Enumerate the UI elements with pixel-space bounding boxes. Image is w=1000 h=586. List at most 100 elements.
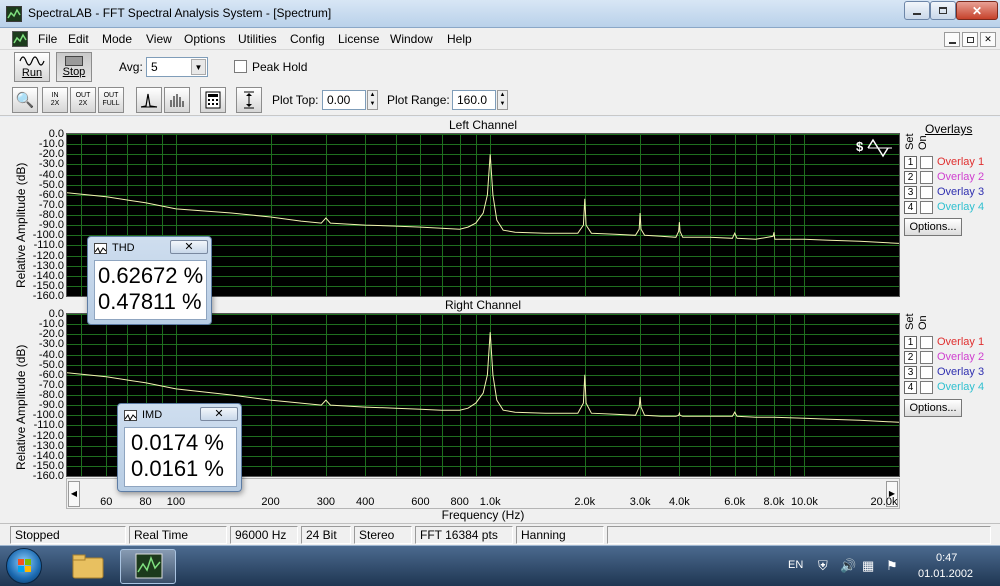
overlay-set-button[interactable]: 1 xyxy=(904,336,917,349)
x-tick-label: 100 xyxy=(166,496,186,508)
minimize-button[interactable] xyxy=(904,1,930,20)
start-button[interactable] xyxy=(6,548,42,584)
overlay-row: 3 Overlay 3 xyxy=(904,185,1000,200)
menu-config[interactable]: Config xyxy=(290,32,325,46)
menu-license[interactable]: License xyxy=(338,32,379,46)
x-tick-label: 800 xyxy=(450,496,469,508)
x-tick-label: 20.0k xyxy=(870,496,898,508)
imd-meter-window[interactable]: IMD ✕ 0.0174 % 0.0161 % xyxy=(117,403,242,492)
overlay-set-button[interactable]: 3 xyxy=(904,186,917,199)
overlay-on-checkbox[interactable] xyxy=(920,336,933,349)
plot-range-spinner[interactable]: ▲ ▼ xyxy=(497,90,508,110)
close-icon: ✕ xyxy=(984,34,992,44)
thd-value-left: 0.62672 % xyxy=(98,263,204,288)
left-channel-title: Left Channel xyxy=(448,118,518,132)
calculator-icon xyxy=(205,91,221,109)
avg-select[interactable]: 5 ▼ xyxy=(146,57,208,77)
thd-meter-title: THD xyxy=(112,242,135,254)
thd-value-right: 0.47811 % xyxy=(98,289,202,314)
plot-range-input[interactable]: 160.0 xyxy=(452,90,496,110)
plot-top-spinner[interactable]: ▲ ▼ xyxy=(367,90,378,110)
thd-meter-window[interactable]: THD ✕ 0.62672 % 0.47811 % xyxy=(87,236,212,325)
arrow-up-icon: ▲ xyxy=(369,92,376,98)
overlay-label: Overlay 1 xyxy=(937,156,985,168)
network-icon[interactable]: ▦ xyxy=(862,558,874,574)
zoom-factor-label: 2X xyxy=(78,100,88,107)
taskbar-spectralab-button[interactable] xyxy=(120,549,176,584)
x-tick-label: 1.0k xyxy=(479,496,501,508)
mdi-close-button[interactable]: ✕ xyxy=(980,32,996,47)
clock-time[interactable]: 0:47 xyxy=(936,552,957,564)
menu-view[interactable]: View xyxy=(146,32,172,46)
language-indicator[interactable]: EN xyxy=(788,559,803,571)
overlay-set-button[interactable]: 1 xyxy=(904,156,917,169)
menu-window[interactable]: Window xyxy=(390,32,433,46)
line-mode-button[interactable] xyxy=(136,87,162,113)
status-channels: Stereo xyxy=(354,526,412,544)
menu-edit[interactable]: Edit xyxy=(68,32,89,46)
overlay-on-checkbox[interactable] xyxy=(920,366,933,379)
status-empty xyxy=(607,526,991,544)
run-button[interactable]: Run xyxy=(14,52,50,82)
bar-mode-button[interactable] xyxy=(164,87,190,113)
right-y-axis: 0.0 -10.0 -20.0 -30.0 -40.0 -50.0 -60.0 -70.0 -8… xyxy=(30,309,64,482)
restore-icon xyxy=(939,7,947,14)
menu-utilities[interactable]: Utilities xyxy=(238,32,277,46)
meter-icon xyxy=(124,410,137,422)
calculator-button[interactable] xyxy=(200,87,226,113)
zoom-in-icon: IN xyxy=(51,92,59,99)
volume-icon[interactable]: 🔊 xyxy=(840,558,856,574)
run-label: Run xyxy=(21,67,43,79)
left-y-axis-title: Relative Amplitude (dB) xyxy=(14,162,28,288)
overlay-options-button-left[interactable]: Options... xyxy=(904,218,962,236)
peak-hold-checkbox[interactable] xyxy=(234,60,247,73)
overlay-on-checkbox[interactable] xyxy=(920,171,933,184)
autoscale-button[interactable] xyxy=(236,87,262,113)
menu-file[interactable]: File xyxy=(38,32,57,46)
imd-close-button[interactable]: ✕ xyxy=(200,407,238,421)
flag-icon[interactable]: ⚑ xyxy=(886,558,898,574)
menu-options[interactable]: Options xyxy=(184,32,225,46)
imd-value-right: 0.0161 % xyxy=(131,456,224,481)
thd-close-button[interactable]: ✕ xyxy=(170,240,208,254)
left-y-axis: 0.0 -10.0 -20.0 -30.0 -40.0 -50.0 -60.0 -70.0 -8… xyxy=(30,129,64,302)
overlay-on-checkbox[interactable] xyxy=(920,156,933,169)
restore-button[interactable] xyxy=(930,1,956,20)
overlay-on-checkbox[interactable] xyxy=(920,381,933,394)
zoom-button[interactable]: 🔍 xyxy=(12,87,38,113)
overlay-set-button[interactable]: 3 xyxy=(904,366,917,379)
overlay-row: 4 Overlay 4 xyxy=(904,200,1000,215)
imd-value-left: 0.0174 % xyxy=(131,430,224,455)
overlay-on-checkbox[interactable] xyxy=(920,351,933,364)
document-icon[interactable] xyxy=(12,31,28,47)
overlay-set-button[interactable]: 2 xyxy=(904,351,917,364)
overlay-on-checkbox[interactable] xyxy=(920,201,933,214)
plot-top-input[interactable]: 0.00 xyxy=(322,90,366,110)
taskbar-explorer-button[interactable] xyxy=(62,549,114,584)
x-tick-label: 3.0k xyxy=(629,496,651,508)
scope-wave-icon[interactable]: $ xyxy=(856,137,894,159)
x-tick-label: 4.0k xyxy=(668,496,690,508)
overlay-options-button-right[interactable]: Options... xyxy=(904,399,962,417)
stop-icon xyxy=(65,56,83,66)
x-tick-label: 8.0k xyxy=(763,496,785,508)
plot-top-label: Plot Top: xyxy=(272,93,319,107)
stop-button[interactable]: Stop xyxy=(56,52,92,82)
overlay-set-button[interactable]: 4 xyxy=(904,201,917,214)
overlay-set-button[interactable]: 4 xyxy=(904,381,917,394)
overlay-on-checkbox[interactable] xyxy=(920,186,933,199)
minimize-icon xyxy=(913,12,921,15)
menu-mode[interactable]: Mode xyxy=(102,32,132,46)
zoom-full-button[interactable]: OUT FULL xyxy=(98,87,124,113)
menu-bar: File Edit Mode View Options Utilities Co… xyxy=(0,28,1000,50)
shield-tray-icon[interactable]: ⛨ xyxy=(818,558,828,574)
overlay-set-button[interactable]: 2 xyxy=(904,171,917,184)
zoom-in-2x-button[interactable]: IN 2X xyxy=(42,87,68,113)
mdi-restore-button[interactable] xyxy=(962,32,978,47)
mdi-minimize-button[interactable] xyxy=(944,32,960,47)
status-run-state: Stopped xyxy=(10,526,126,544)
zoom-out-2x-button[interactable]: OUT 2X xyxy=(70,87,96,113)
clock-date[interactable]: 01.01.2002 xyxy=(918,568,973,580)
menu-help[interactable]: Help xyxy=(447,32,472,46)
close-button[interactable]: ✕ xyxy=(956,1,998,20)
